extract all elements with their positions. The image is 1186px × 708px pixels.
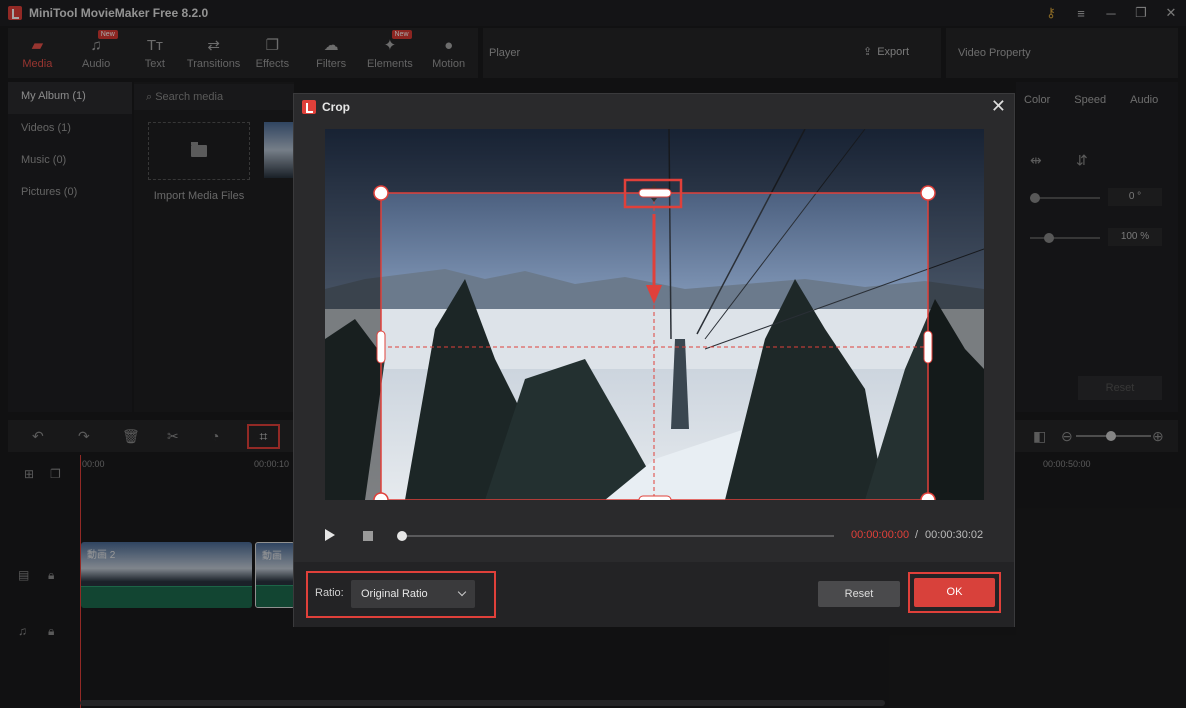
crop-handle-top-left — [373, 185, 389, 201]
ok-button[interactable]: OK — [914, 578, 995, 607]
crop-handle-top-right — [920, 185, 936, 201]
ratio-group: Ratio: Original Ratio — [306, 571, 496, 618]
total-time: 00:00:30:02 — [925, 529, 984, 541]
ratio-dropdown[interactable]: Original Ratio — [351, 580, 475, 608]
app-logo-icon — [302, 100, 316, 114]
current-time: 00:00:00:00 — [851, 529, 910, 541]
crop-dialog: Crop ✕ 00:00:00:00 / 00:00:30:02 Ratio: … — [293, 93, 1015, 627]
crop-handle-bottom-right — [920, 492, 936, 500]
chevron-down-icon — [457, 587, 467, 597]
crop-handle-bottom-left — [373, 492, 389, 500]
crop-handle-right — [923, 330, 933, 364]
crop-handle-left — [376, 330, 386, 364]
play-icon[interactable] — [325, 529, 335, 541]
crop-dialog-title: Crop — [322, 100, 350, 114]
progress-knob[interactable] — [397, 531, 407, 541]
crop-handle-bottom — [638, 495, 672, 500]
crop-handle-top — [638, 188, 672, 198]
time-separator: / — [915, 529, 919, 541]
ratio-value: Original Ratio — [361, 588, 428, 600]
crop-dialog-header: Crop ✕ — [294, 94, 1014, 120]
progress-slider[interactable] — [397, 531, 834, 541]
close-icon[interactable]: ✕ — [991, 97, 1006, 115]
reset-button[interactable]: Reset — [818, 581, 900, 607]
stop-icon[interactable] — [363, 531, 373, 541]
ok-highlight: OK — [908, 572, 1001, 613]
crop-preview — [325, 129, 984, 500]
video-frame-image — [325, 129, 984, 500]
crop-dialog-footer: Ratio: Original Ratio Reset OK — [294, 562, 1014, 627]
ratio-label: Ratio: — [315, 587, 344, 599]
playback-controls: 00:00:00:00 / 00:00:30:02 — [294, 522, 1014, 550]
